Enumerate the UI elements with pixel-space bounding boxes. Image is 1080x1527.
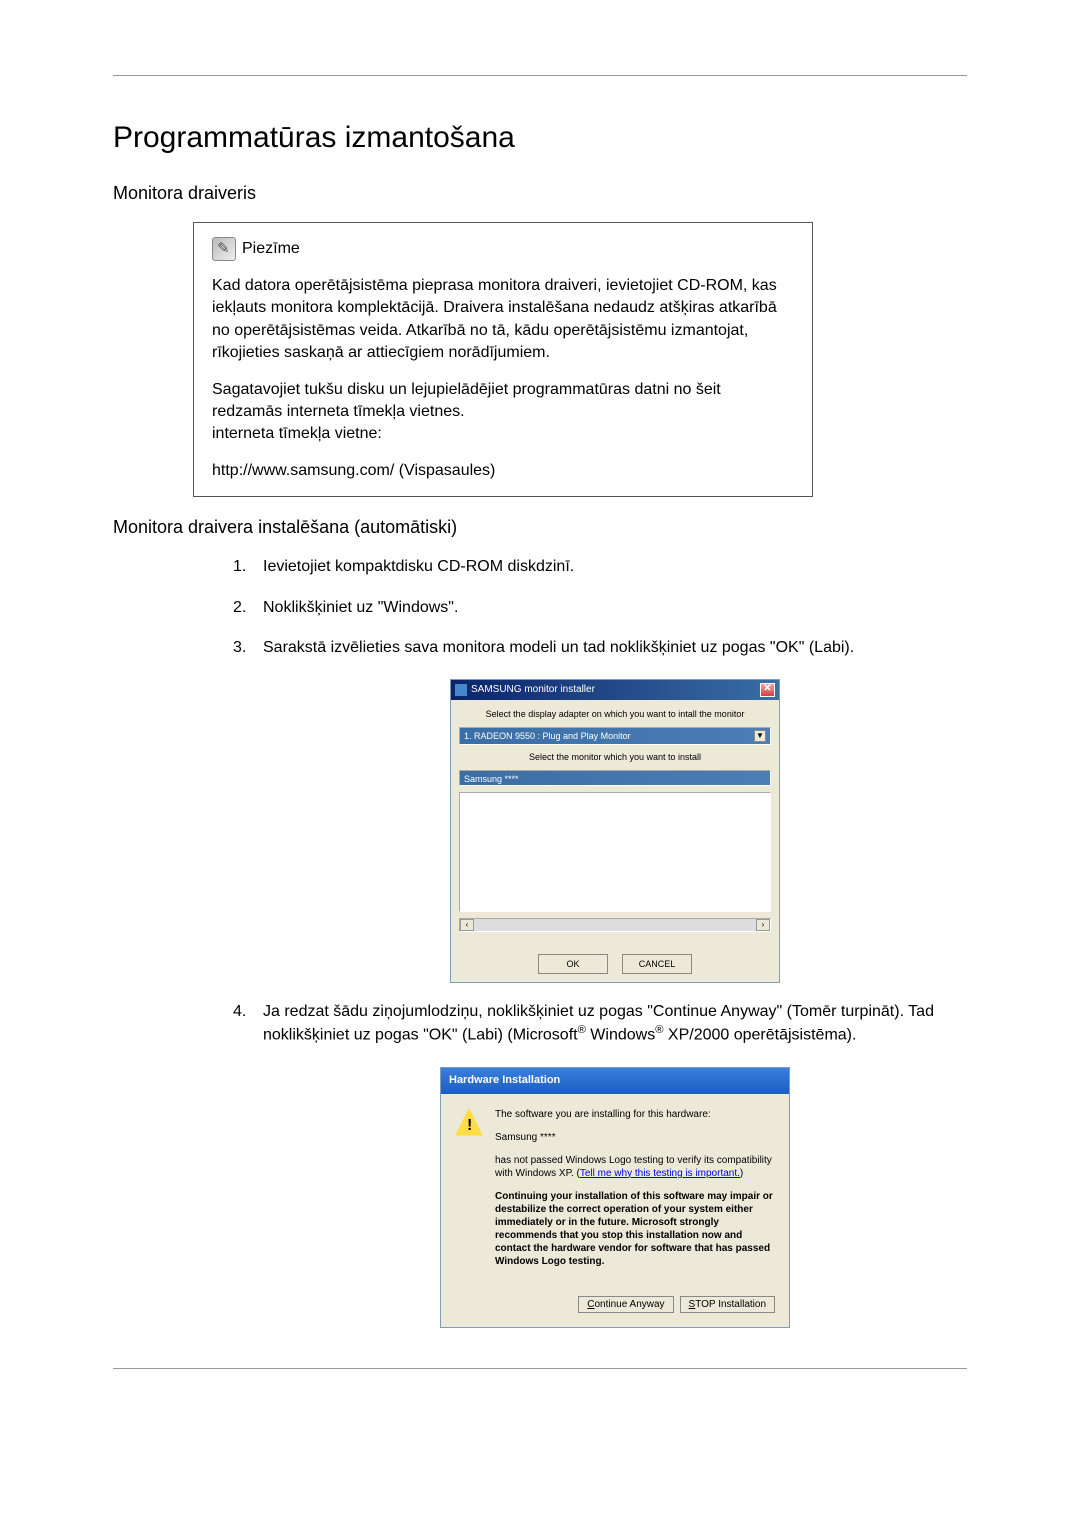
ok-button[interactable]: OK — [538, 954, 608, 974]
hw-p2: Samsung **** — [495, 1131, 775, 1144]
note-website-label: interneta tīmekļa vietne: — [212, 425, 382, 442]
note-paragraph-2: Sagatavojiet tukšu disku un lejupielādēj… — [212, 379, 794, 446]
chevron-down-icon[interactable]: ▼ — [754, 730, 766, 742]
hw-link[interactable]: Tell me why this testing is important. — [580, 1168, 740, 1179]
continue-anyway-button[interactable]: Continue Anyway — [578, 1296, 673, 1313]
scroll-track[interactable] — [474, 919, 756, 931]
section-auto-install: Monitora draivera instalēšana (automātis… — [113, 517, 967, 538]
hw-body: The software you are installing for this… — [441, 1094, 789, 1288]
steps-list: Ievietojiet kompaktdisku CD-ROM diskdzin… — [233, 556, 967, 1327]
scrollbar[interactable]: ‹ › — [459, 918, 771, 932]
stop-installation-button[interactable]: STOP Installation — [680, 1296, 775, 1313]
step-2: Noklikšķiniet uz "Windows". — [233, 597, 967, 619]
top-rule — [113, 75, 967, 76]
scroll-right-icon[interactable]: › — [756, 919, 770, 931]
installer-title: SAMSUNG monitor installer — [471, 683, 595, 697]
step-4-text-b: Windows — [586, 1027, 655, 1044]
bottom-rule — [113, 1368, 967, 1369]
hw-p4: Continuing your installation of this sof… — [495, 1190, 775, 1268]
hw-p3: has not passed Windows Logo testing to v… — [495, 1154, 775, 1180]
installer-title-icon — [455, 684, 467, 696]
hw-buttons: Continue Anyway STOP Installation — [441, 1288, 789, 1327]
note-url: http://www.samsung.com/ (Vispasaules) — [212, 460, 794, 482]
note-paragraph-1: Kad datora operētājsistēma pieprasa moni… — [212, 275, 794, 365]
adapter-dropdown-text: 1. RADEON 9550 : Plug and Play Monitor — [464, 730, 631, 743]
installer-titlebar-left: SAMSUNG monitor installer — [455, 683, 595, 697]
hw-p1: The software you are installing for this… — [495, 1108, 775, 1121]
cancel-button[interactable]: CANCEL — [622, 954, 692, 974]
note-header: Piezīme — [212, 237, 794, 261]
monitor-list-selected[interactable]: Samsung **** — [459, 770, 771, 786]
installer-label-monitor: Select the monitor which you want to ins… — [459, 751, 771, 764]
step-1: Ievietojiet kompaktdisku CD-ROM diskdzin… — [233, 556, 967, 578]
installer-titlebar: SAMSUNG monitor installer ✕ — [451, 680, 779, 700]
step-4-text-c: XP/2000 operētājsistēma). — [663, 1027, 856, 1044]
page-title: Programmatūras izmantošana — [113, 121, 967, 155]
hw-content: The software you are installing for this… — [495, 1108, 775, 1278]
adapter-dropdown[interactable]: 1. RADEON 9550 : Plug and Play Monitor ▼ — [459, 727, 771, 746]
note-icon — [212, 237, 236, 261]
hw-titlebar: Hardware Installation — [441, 1068, 789, 1093]
step-3-text: Sarakstā izvēlieties sava monitora model… — [263, 639, 854, 656]
reg-1: ® — [578, 1024, 586, 1036]
installer-buttons: OK CANCEL — [451, 946, 779, 982]
close-icon[interactable]: ✕ — [760, 683, 775, 697]
scroll-left-icon[interactable]: ‹ — [460, 919, 474, 931]
note-p2-text: Sagatavojiet tukšu disku un lejupielādēj… — [212, 381, 721, 420]
monitor-list[interactable] — [459, 792, 771, 912]
hw-cont-rest: ontinue Anyway — [594, 1299, 664, 1310]
hw-dialog: Hardware Installation The software you a… — [440, 1067, 790, 1327]
installer-body: Select the display adapter on which you … — [451, 700, 779, 946]
warning-icon — [455, 1108, 483, 1136]
note-label: Piezīme — [242, 240, 300, 258]
hw-stop-rest: TOP Installation — [695, 1299, 766, 1310]
section-monitor-driver: Monitora draiveris — [113, 183, 967, 204]
hw-p3b: ) — [740, 1168, 743, 1179]
installer-label-adapter: Select the display adapter on which you … — [459, 708, 771, 721]
installer-dialog: SAMSUNG monitor installer ✕ Select the d… — [450, 679, 780, 983]
step-4: Ja redzat šādu ziņojumlodziņu, noklikšķi… — [233, 1001, 967, 1328]
step-3: Sarakstā izvēlieties sava monitora model… — [233, 637, 967, 983]
note-box: Piezīme Kad datora operētājsistēma piepr… — [193, 222, 813, 497]
